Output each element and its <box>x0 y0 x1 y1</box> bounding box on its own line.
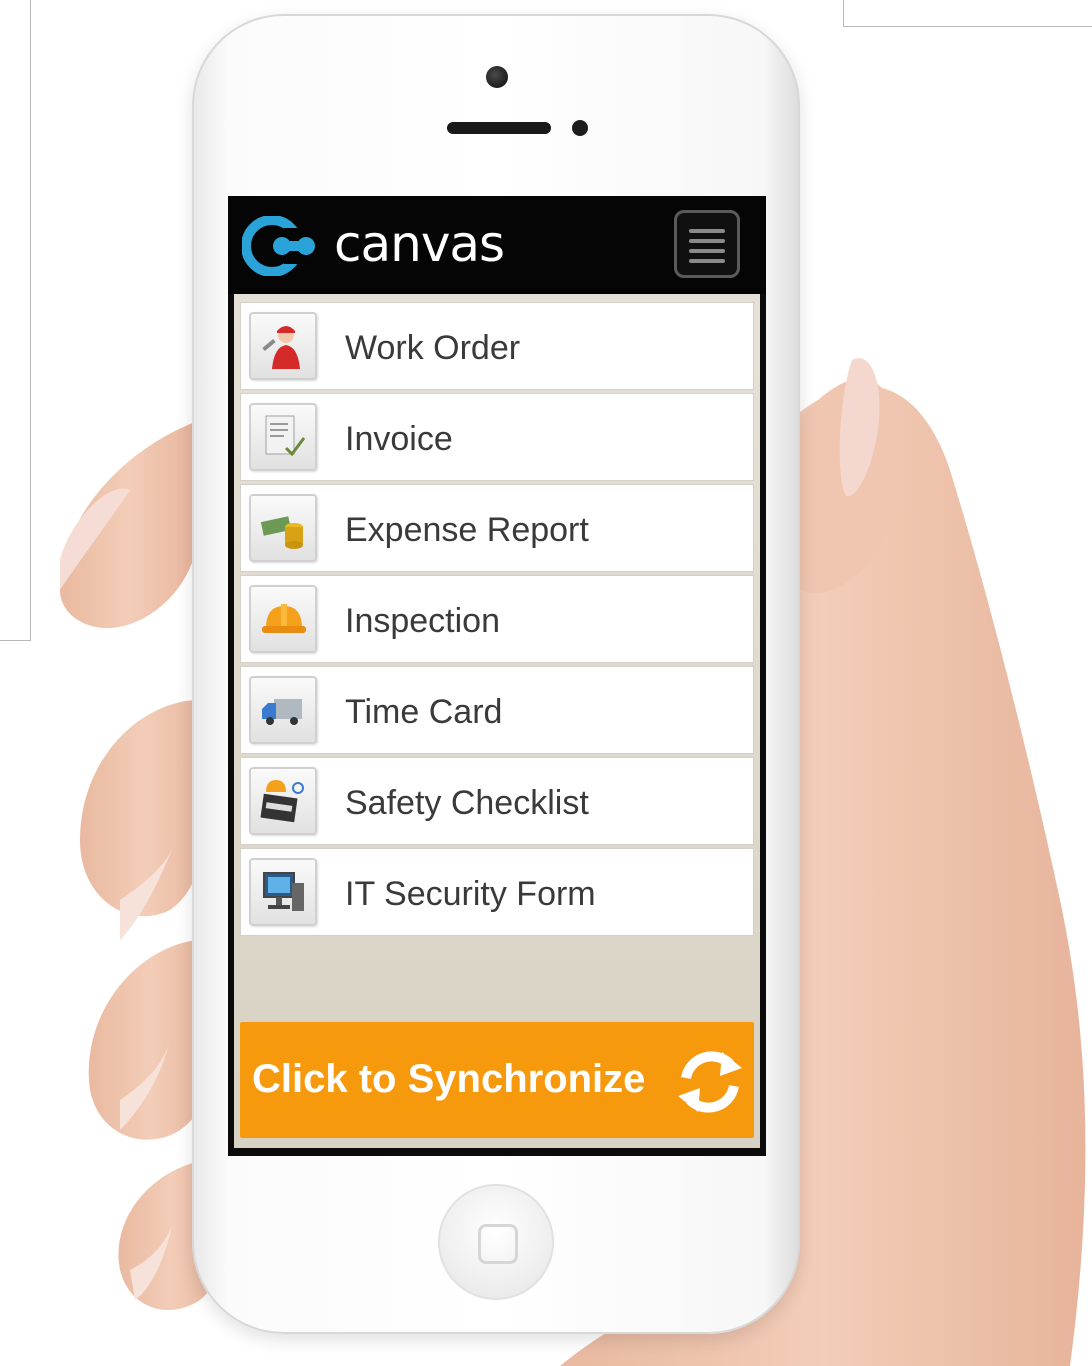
menu-item-it-security-form[interactable]: IT Security Form <box>240 848 754 936</box>
form-menu-list: Work Order Invoice Expense Report Inspec… <box>240 302 754 939</box>
menu-item-work-order[interactable]: Work Order <box>240 302 754 390</box>
synchronize-label: Click to Synchronize <box>252 1057 646 1101</box>
safety-sign-icon <box>249 767 317 835</box>
money-coins-icon <box>249 494 317 562</box>
hamburger-menu-button[interactable] <box>674 210 740 278</box>
menu-item-label: Time Card <box>345 693 503 731</box>
menu-item-time-card[interactable]: Time Card <box>240 666 754 754</box>
app-header: canvas <box>228 196 766 294</box>
app-content: Work Order Invoice Expense Report Inspec… <box>234 294 760 1148</box>
synchronize-button[interactable]: Click to Synchronize <box>240 1022 754 1138</box>
phone-screen: canvas Work Order Invoice Expense Report… <box>228 196 766 1156</box>
menu-item-label: Safety Checklist <box>345 784 589 822</box>
truck-icon <box>249 676 317 744</box>
proximity-sensor <box>572 120 588 136</box>
refresh-icon <box>678 1051 742 1113</box>
earpiece-speaker <box>447 122 551 134</box>
computer-icon <box>249 858 317 926</box>
front-camera <box>486 66 508 88</box>
menu-item-safety-checklist[interactable]: Safety Checklist <box>240 757 754 845</box>
canvas-logo-icon <box>242 216 315 276</box>
home-button-square-icon <box>478 1224 518 1264</box>
worker-icon <box>249 312 317 380</box>
document-check-icon <box>249 403 317 471</box>
hard-hat-icon <box>249 585 317 653</box>
menu-item-label: Expense Report <box>345 511 589 549</box>
menu-item-expense-report[interactable]: Expense Report <box>240 484 754 572</box>
menu-item-inspection[interactable]: Inspection <box>240 575 754 663</box>
menu-item-label: IT Security Form <box>345 875 596 913</box>
menu-item-invoice[interactable]: Invoice <box>240 393 754 481</box>
menu-item-label: Work Order <box>345 329 521 367</box>
menu-item-label: Invoice <box>345 420 453 458</box>
logo-text: canvas <box>334 215 505 273</box>
menu-item-label: Inspection <box>345 602 500 640</box>
